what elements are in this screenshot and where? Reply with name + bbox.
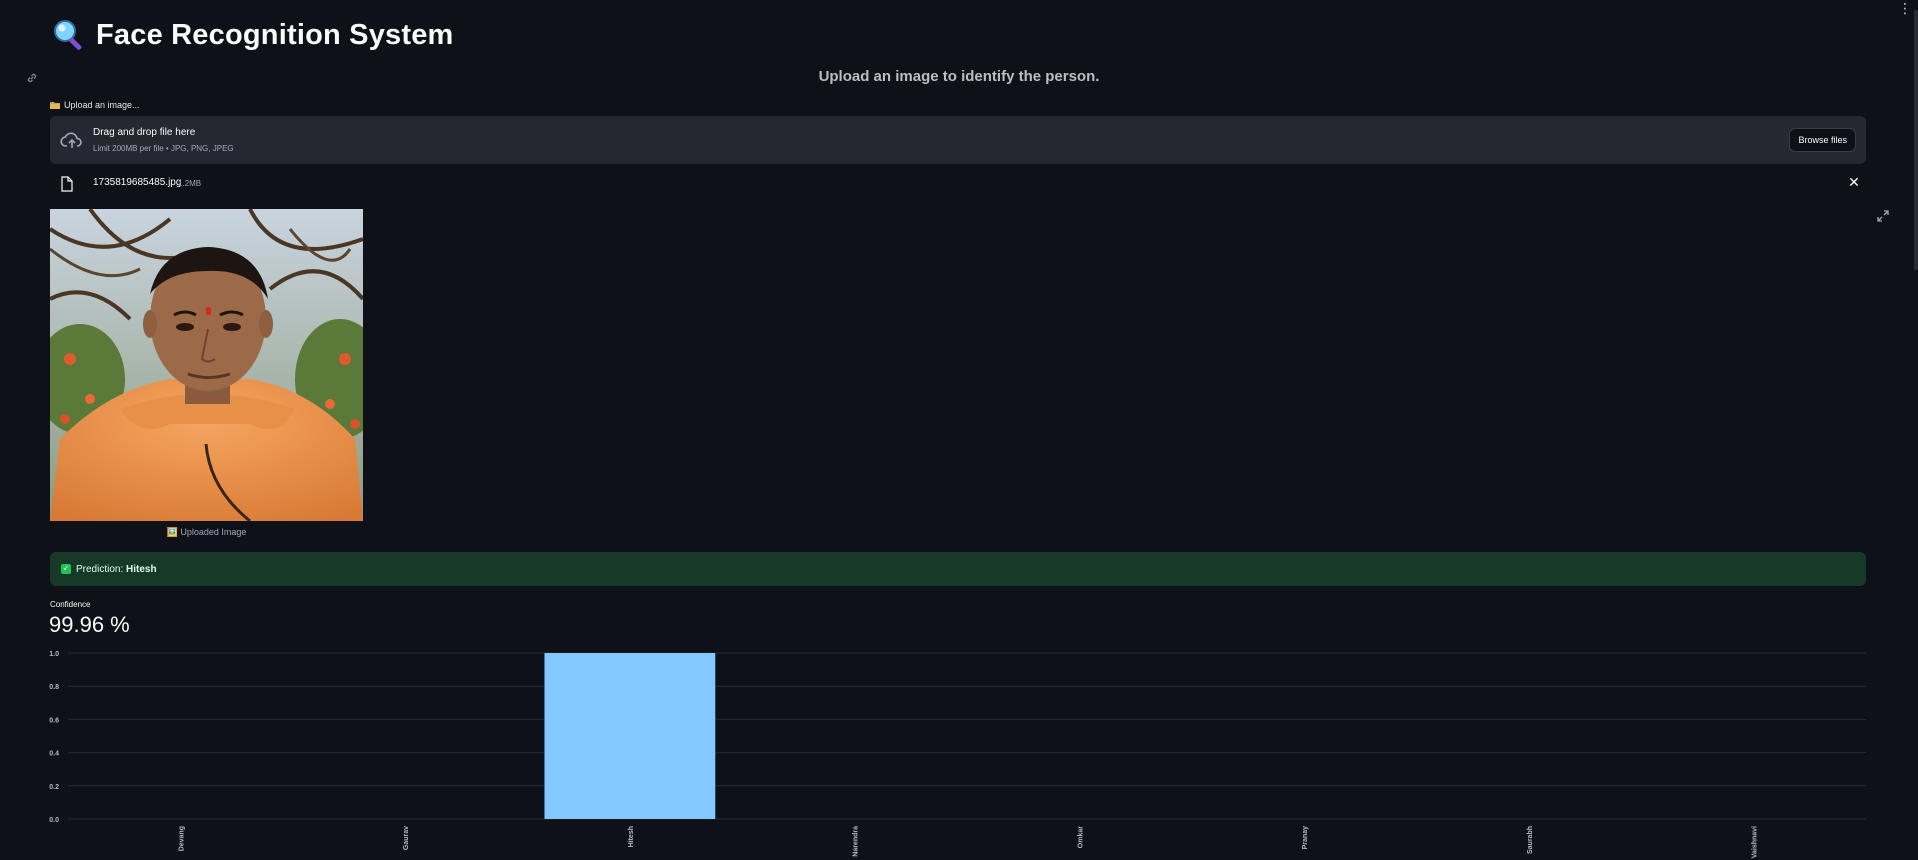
app-page: ⋮ Face Recognition System Upload an imag…	[0, 0, 1918, 860]
x-tick-label: Saurabh	[1527, 826, 1534, 854]
y-tick-label: 0.8	[49, 684, 59, 691]
confidence-bar-chart: 0.0 0.2 0.4 0.6 0.8 1.0 Devang Gaurav Hitesh Nare…	[49, 651, 1866, 858]
bar-hitesh[interactable]	[544, 653, 716, 819]
x-tick-label: Omkar	[1077, 826, 1084, 848]
x-tick-label: Vaishnavi	[1752, 826, 1759, 858]
x-tick-label: Pranay	[1302, 826, 1309, 849]
y-tick-label: 1.0	[49, 651, 59, 658]
x-tick-label: Gaurav	[403, 826, 410, 850]
y-tick-label: 0.2	[49, 784, 59, 791]
y-tick-label: 0.6	[49, 717, 59, 724]
y-tick-label: 0.0	[49, 817, 59, 824]
x-tick-label: Narendra	[853, 826, 860, 857]
y-tick-label: 0.4	[49, 751, 59, 758]
x-tick-label: Hitesh	[628, 826, 635, 847]
x-tick-label: Devang	[178, 826, 185, 851]
